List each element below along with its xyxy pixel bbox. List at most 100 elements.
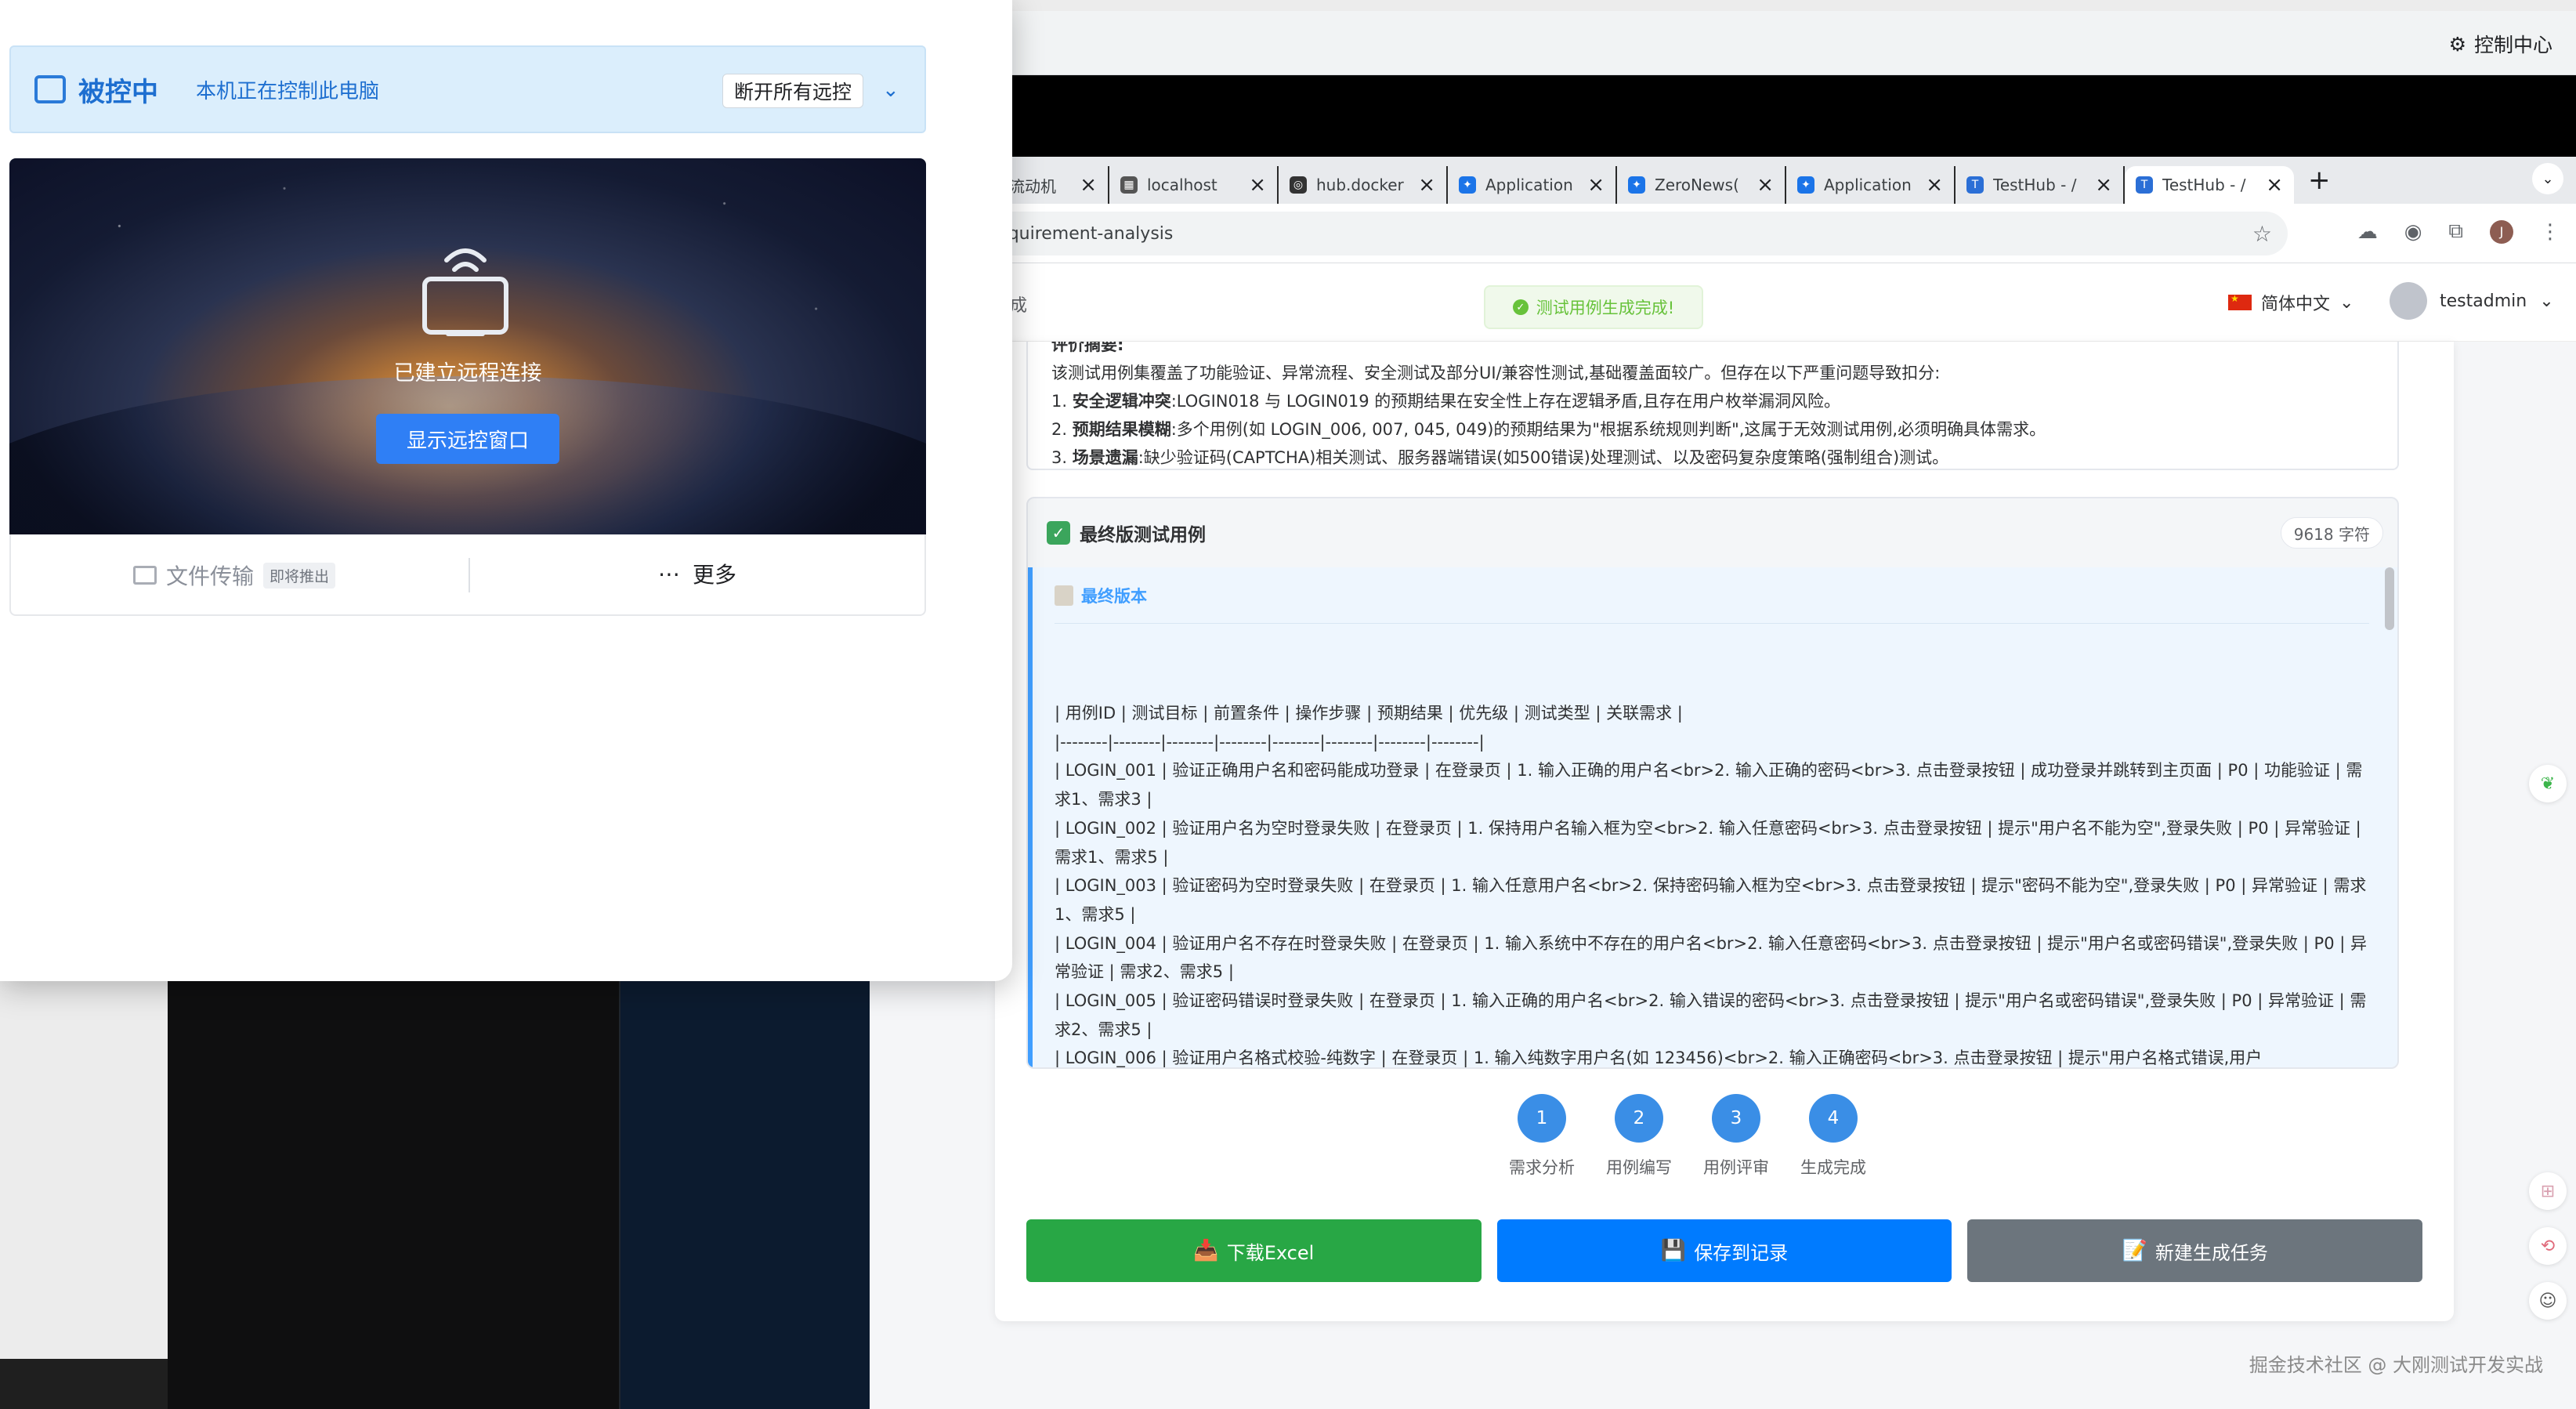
tab-label: TestHub - /	[2162, 176, 2246, 194]
tab-label: Application	[1824, 176, 1912, 194]
tab-label: hub.docker	[1316, 176, 1404, 194]
remote-screen-icon	[34, 75, 66, 103]
leaf-plugin-icon[interactable]: ❦	[2529, 765, 2567, 802]
user-menu[interactable]: testadmin ⌄	[2390, 282, 2554, 320]
toolbar: ai-generation/requirement-analysis ☆ ☁ ◉…	[870, 204, 2576, 263]
more-button[interactable]: ⋯ 更多	[658, 558, 736, 589]
download-excel-button[interactable]: 📥 下载Excel	[1026, 1219, 1482, 1282]
profile-avatar[interactable]: J	[2490, 219, 2513, 244]
floppy-disk-icon: 💾	[1660, 1239, 1687, 1262]
save-to-record-button[interactable]: 💾 保存到记录	[1496, 1219, 1952, 1282]
table-row: | LOGIN_003 | 验证密码为空时登录失败 | 在登录页 | 1. 输入…	[1055, 876, 2367, 924]
review-summary: 该测试用例集覆盖了功能验证、异常流程、安全测试及部分UI/兼容性测试,基础覆盖面…	[1051, 364, 1941, 382]
memo-icon: 📝	[2122, 1239, 2147, 1262]
favicon-icon: T	[2136, 176, 2153, 194]
tab-7[interactable]: T TestHub - / ×	[1956, 166, 2125, 204]
tab-search-button[interactable]: ⌄	[2532, 163, 2563, 194]
final-testcase-title: 最终版测试用例	[1080, 525, 1206, 545]
step-label: 生成完成	[1800, 1158, 1866, 1177]
inbox-tray-icon: 📥	[1193, 1239, 1219, 1262]
footer-divider	[469, 558, 470, 592]
result-card: 评价摘要: 该测试用例集覆盖了功能验证、异常流程、安全测试及部分UI/兼容性测试…	[995, 342, 2454, 1321]
avatar	[2390, 282, 2427, 320]
main-content: 评价摘要: 该测试用例集覆盖了功能验证、异常流程、安全测试及部分UI/兼容性测试…	[870, 342, 2576, 1409]
check-box-icon: ✓	[1047, 521, 1070, 545]
file-transfer-button: 文件传输 即将推出	[133, 560, 336, 591]
tab-label: ZeroNews(	[1655, 176, 1739, 194]
grid-plugin-icon[interactable]: ⊞	[2529, 1172, 2567, 1210]
new-task-label: 新建生成任务	[2155, 1241, 2268, 1264]
controlled-status-banner: 被控中 本机正在控制此电脑 断开所有远控 ⌄	[9, 45, 926, 133]
watermark-text: 掘金技术社区 @ 大刚测试开发实战	[2249, 1354, 2543, 1376]
file-transfer-label: 文件传输	[166, 563, 255, 589]
step-number: 2	[1615, 1094, 1663, 1143]
bookmark-star-icon[interactable]: ☆	[2252, 221, 2272, 247]
coming-soon-badge: 即将推出	[263, 562, 336, 589]
table-row: | LOGIN_001 | 验证正确用户名和密码能成功登录 | 在登录页 | 1…	[1055, 761, 2363, 810]
close-icon[interactable]: ×	[1249, 173, 1266, 197]
tab-6[interactable]: ✦ Application ×	[1786, 166, 1956, 204]
tab-label: Application	[1485, 176, 1573, 194]
close-icon[interactable]: ×	[1418, 173, 1435, 197]
language-switcher[interactable]: 简体中文 ⌄	[2228, 290, 2353, 315]
desktop-area	[0, 972, 168, 1359]
assistant-avatar-icon[interactable]: ☺	[2529, 1282, 2567, 1320]
step-label: 用例评审	[1703, 1158, 1769, 1177]
address-bar[interactable]: ai-generation/requirement-analysis ☆	[870, 212, 2288, 255]
favicon-icon: ◎	[1290, 176, 1307, 194]
tab-2[interactable]: ▦ localhost ×	[1109, 166, 1279, 204]
more-label: 更多	[693, 562, 737, 588]
remote-panel-footer: 文件传输 即将推出 ⋯ 更多	[9, 534, 926, 616]
extension-cloud-icon[interactable]: ☁	[2357, 220, 2378, 244]
step-2: 2 用例编写	[1606, 1094, 1672, 1179]
remote-control-panel: 被控中 本机正在控制此电脑 断开所有远控 ⌄ 已建立远程连接 显示远控窗口 文件…	[0, 0, 1012, 981]
controlled-status-message: 本机正在控制此电脑	[196, 79, 380, 103]
step-number: 4	[1809, 1094, 1858, 1143]
close-icon[interactable]: ×	[1926, 173, 1943, 197]
close-icon[interactable]: ×	[2266, 173, 2283, 197]
table-row: | 用例ID | 测试目标 | 前置条件 | 操作步骤 | 预期结果 | 优先级…	[1055, 704, 1683, 723]
desktop-dock-strip	[0, 1359, 168, 1409]
tab-3[interactable]: ◎ hub.docker ×	[1279, 166, 1448, 204]
browser-menu-icon[interactable]: ⋮	[2540, 220, 2560, 244]
translate-plugin-icon[interactable]: ⟲	[2529, 1227, 2567, 1265]
connection-established-text: 已建立远程连接	[393, 361, 542, 386]
table-row: | LOGIN_002 | 验证用户名为空时登录失败 | 在登录页 | 1. 保…	[1055, 818, 2361, 867]
final-testcase-panel: ✓ 最终版测试用例 9618 字符 最终版本 | 用例ID | 测试目标 | 前…	[1026, 497, 2399, 1069]
review-issue: 2. 预期结果模糊:多个用例(如 LOGIN_006, 007, 045, 04…	[1051, 420, 2046, 439]
control-center-icon: ⚙	[2448, 32, 2466, 56]
final-version-label: 最终版本	[1081, 586, 1147, 606]
final-testcase-header: ✓ 最终版测试用例 9618 字符	[1028, 498, 2397, 567]
final-testcase-content[interactable]: 最终版本 | 用例ID | 测试目标 | 前置条件 | 操作步骤 | 预期结果 …	[1028, 567, 2397, 1067]
scrollbar-thumb[interactable]	[2385, 567, 2394, 630]
review-summary-box[interactable]: 评价摘要: 该测试用例集覆盖了功能验证、异常流程、安全测试及部分UI/兼容性测试…	[1026, 342, 2399, 470]
show-remote-window-button[interactable]: 显示远控窗口	[376, 414, 559, 464]
extension-circle-icon[interactable]: ◉	[2404, 220, 2422, 244]
table-row: | LOGIN_005 | 验证密码错误时登录失败 | 在登录页 | 1. 输入…	[1055, 991, 2367, 1039]
tab-4[interactable]: ✦ Application ×	[1448, 166, 1617, 204]
black-band	[870, 75, 2576, 157]
step-number: 1	[1518, 1094, 1566, 1143]
tab-active[interactable]: T TestHub - / ×	[2125, 166, 2294, 204]
close-icon[interactable]: ×	[1587, 173, 1605, 197]
testcase-table-text: | 用例ID | 测试目标 | 前置条件 | 操作步骤 | 预期结果 | 优先级…	[1055, 699, 2369, 1067]
tab-5[interactable]: ✦ ZeroNews( ×	[1617, 166, 1786, 204]
new-tab-button[interactable]: +	[2308, 165, 2331, 196]
new-task-button[interactable]: 📝 新建生成任务	[1967, 1219, 2423, 1282]
tab-strip: × ~ 链基流动机 × ▦ localhost × ◎ hub.docker ×…	[870, 157, 2576, 204]
table-row: |--------|--------|--------|--------|---…	[1055, 732, 1485, 752]
table-row: | LOGIN_004 | 验证用户名不存在时登录失败 | 在登录页 | 1. …	[1055, 933, 2368, 982]
favicon-icon: T	[1966, 176, 1984, 194]
desktop-window-dark	[168, 972, 619, 1409]
close-icon[interactable]: ×	[1080, 173, 1097, 197]
close-icon[interactable]: ×	[2095, 173, 2112, 197]
control-center-button[interactable]: ⚙ 控制中心	[2449, 30, 2552, 58]
step-1: 1 需求分析	[1509, 1094, 1575, 1179]
chevron-down-icon[interactable]: ⌄	[882, 78, 899, 102]
extensions-puzzle-icon[interactable]: ⧉	[2448, 219, 2463, 244]
step-number: 3	[1712, 1094, 1760, 1143]
disconnect-all-button[interactable]: 断开所有远控	[722, 74, 864, 108]
close-icon[interactable]: ×	[1757, 173, 1774, 197]
success-toast: ✓ 测试用例生成完成!	[1484, 285, 1703, 329]
notepad-icon	[1055, 585, 1073, 606]
